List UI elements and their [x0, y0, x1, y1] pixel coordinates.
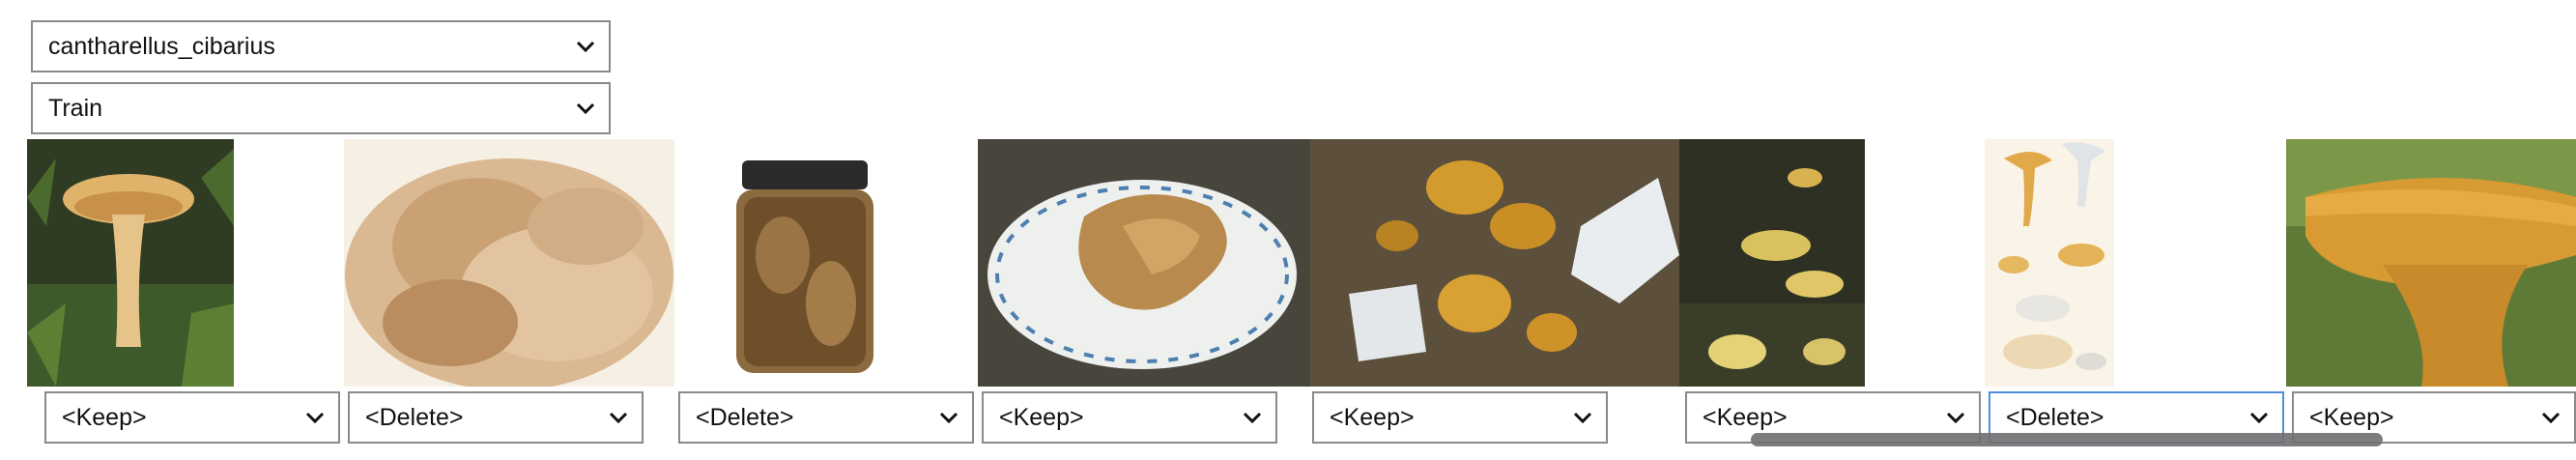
action-select-value: <Keep>	[62, 403, 147, 431]
chevron-down-icon	[576, 41, 595, 53]
chanterelle-closeup-photo	[2286, 139, 2576, 387]
split-select-value: Train	[48, 94, 103, 122]
action-select[interactable]: <Delete>	[678, 391, 974, 444]
action-select-value: <Keep>	[1703, 403, 1788, 431]
action-select[interactable]: <Keep>	[1312, 391, 1608, 444]
action-select-value: <Delete>	[2006, 403, 2104, 431]
mushroom-plate-photo	[978, 139, 1310, 387]
action-select-value: <Delete>	[696, 403, 794, 431]
species-select[interactable]: cantharellus_cibarius	[31, 20, 611, 72]
chevron-down-icon	[1573, 412, 1592, 424]
chevron-down-icon	[609, 412, 628, 424]
chevron-down-icon	[576, 102, 595, 115]
action-select-value: <Keep>	[2309, 403, 2394, 431]
chevron-down-icon	[939, 412, 959, 424]
chanterelles-in-leaves-photo	[1310, 139, 1679, 387]
action-select-value: <Delete>	[365, 403, 464, 431]
chanterelle-on-moss-photo	[27, 139, 234, 387]
species-select-value: cantharellus_cibarius	[48, 32, 275, 60]
mushroom-illustration	[1985, 139, 2114, 387]
dried-mushroom-pile-photo	[344, 139, 674, 387]
action-select-value: <Keep>	[999, 403, 1084, 431]
action-select[interactable]: <Delete>	[348, 391, 644, 444]
action-select-value: <Keep>	[1330, 403, 1415, 431]
mushroom-jar-photo	[715, 139, 895, 387]
horizontal-scrollbar[interactable]	[1751, 433, 2383, 446]
mushroom-cluster-photo	[1679, 139, 1865, 387]
action-select[interactable]: <Keep>	[982, 391, 1277, 444]
action-select[interactable]: <Keep>	[44, 391, 340, 444]
split-select[interactable]: Train	[31, 82, 611, 134]
chevron-down-icon	[305, 412, 325, 424]
chevron-down-icon	[2249, 412, 2269, 424]
chevron-down-icon	[1243, 412, 1262, 424]
chevron-down-icon	[1946, 412, 1965, 424]
chevron-down-icon	[2541, 412, 2561, 424]
